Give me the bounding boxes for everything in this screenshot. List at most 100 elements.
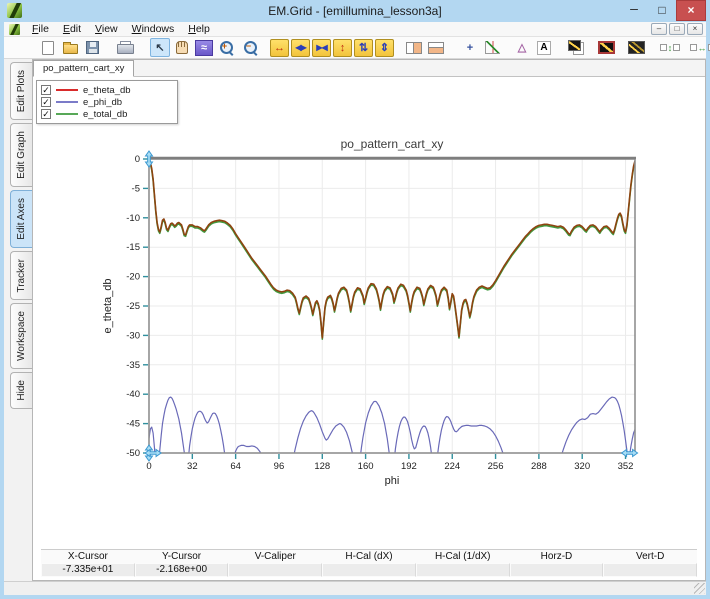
y-tick-label: -20	[126, 272, 140, 283]
zoom-out-button[interactable]: −	[240, 38, 260, 57]
maximize-button[interactable]: □	[648, 0, 676, 20]
sidebar-tab-hide-label: Hide	[16, 380, 27, 401]
legend-checkbox-e_theta_db[interactable]: ✓	[41, 85, 51, 95]
legend-line-e_theta_db	[56, 89, 78, 91]
expand-y-button[interactable]: ↕	[333, 39, 352, 57]
save-button[interactable]	[82, 38, 102, 57]
mdi-minimize-button[interactable]: –	[651, 23, 667, 35]
legend-checkbox-e_phi_db[interactable]: ✓	[41, 97, 51, 107]
x-tick-label: 160	[358, 461, 374, 472]
copy-plot-button[interactable]	[566, 38, 586, 57]
x-tick-label: 32	[187, 461, 198, 472]
legend-line-e_phi_db	[56, 101, 78, 103]
axis-icon: ⇕	[380, 41, 389, 54]
distribute-icon: ↔	[690, 44, 710, 52]
pan-tool-button[interactable]	[172, 38, 192, 57]
floppy-icon	[86, 41, 99, 54]
compress-y-button[interactable]: ⇅	[354, 39, 373, 57]
status-value	[228, 563, 322, 577]
plot-page-icon	[568, 40, 584, 55]
status-strip	[4, 581, 706, 595]
split-columns-button[interactable]	[404, 38, 424, 57]
distribute-vertical-button[interactable]: ↕	[660, 38, 680, 57]
trace-tool-button[interactable]: ≈	[194, 38, 214, 57]
status-header-row: X-CursorY-CursorV-CaliperH-Cal (dX)H-Cal…	[41, 550, 697, 563]
x-tick-label: 288	[531, 461, 547, 472]
document-tab-bar: po_pattern_cart_xy	[33, 60, 705, 77]
close-button[interactable]: ×	[676, 0, 706, 21]
menu-view[interactable]: View	[88, 22, 125, 36]
axis-icon: ◀▶	[295, 43, 305, 52]
mdi-close-button[interactable]: ×	[687, 23, 703, 35]
zoom-in-icon: +	[217, 39, 235, 57]
expand-x-button[interactable]: ↔	[270, 39, 289, 57]
select-tool-button[interactable]: ↖	[150, 38, 170, 57]
x-tick-label: 320	[574, 461, 590, 472]
fit-x-button[interactable]: ▶◀	[312, 39, 331, 57]
chart-svg[interactable]: 03264961281601922242562883203520-5-10-15…	[99, 136, 669, 486]
panel-v-icon	[406, 42, 422, 54]
axis-icon: ↕	[340, 42, 346, 54]
legend-item-e_phi_db: ✓ e_phi_db	[41, 96, 173, 108]
sidebar-tab-edit-plots[interactable]: Edit Plots	[10, 62, 32, 120]
status-value	[416, 563, 510, 577]
legend-checkbox-e_total_db[interactable]: ✓	[41, 109, 51, 119]
new-file-button[interactable]	[38, 38, 58, 57]
menu-help[interactable]: Help	[181, 22, 217, 36]
workspace: Edit Plots Edit Graph Edit Axes Tracker Work…	[4, 59, 706, 581]
mdi-restore-button[interactable]: □	[669, 23, 685, 35]
sidebar-tab-tracker[interactable]: Tracker	[10, 251, 32, 301]
menu-edit[interactable]: Edit	[56, 22, 88, 36]
status-value	[603, 563, 697, 577]
status-header: X-Cursor	[41, 550, 135, 563]
folder-icon	[63, 44, 78, 54]
menubar: FileEditViewWindowsHelp –□×	[4, 22, 706, 37]
window-title: EM.Grid - [emillumina_lesson3a]	[0, 0, 710, 22]
mdi-controls: –□×	[651, 23, 706, 35]
menu-file[interactable]: File	[25, 22, 56, 36]
new-plot-window-button[interactable]	[596, 38, 616, 57]
caliper-button[interactable]	[482, 38, 502, 57]
split-rows-button[interactable]	[426, 38, 446, 57]
overlay-plot-button[interactable]	[626, 38, 646, 57]
sidebar-tab-edit-axes-label: Edit Axes	[16, 198, 27, 240]
app-window: EM.Grid - [emillumina_lesson3a] – □ × Fi…	[0, 0, 710, 599]
triangle-icon: △	[518, 41, 526, 54]
minimize-button[interactable]: –	[620, 0, 648, 20]
axis-icon: ⇅	[359, 41, 368, 54]
menu-windows[interactable]: Windows	[125, 22, 182, 36]
legend-item-e_total_db: ✓e_total_db	[41, 108, 173, 120]
document-tab[interactable]: po_pattern_cart_xy	[33, 60, 134, 77]
plot-red-icon	[598, 41, 615, 54]
legend-label-e_phi_db: e_phi_db	[83, 97, 122, 108]
sidebar-tab-tracker-label: Tracker	[16, 259, 27, 293]
text-annotation-button[interactable]: A	[534, 38, 554, 57]
add-marker-button[interactable]: +	[460, 38, 480, 57]
zoom-in-button[interactable]: +	[216, 38, 236, 57]
delta-marker-button[interactable]: △	[512, 38, 532, 57]
x-tick-label: 256	[488, 461, 504, 472]
plot-dark-icon	[628, 41, 645, 54]
sidebar-tab-edit-graph-label: Edit Graph	[16, 131, 27, 179]
sidebar-tab-workspace[interactable]: Workspace	[10, 303, 32, 369]
printer-icon	[117, 41, 132, 54]
sidebar-tab-edit-graph[interactable]: Edit Graph	[10, 123, 32, 187]
print-button[interactable]	[114, 38, 134, 57]
open-file-button[interactable]	[60, 38, 80, 57]
chart-title: po_pattern_cart_xy	[341, 137, 444, 151]
sidebar-tab-edit-axes[interactable]: Edit Axes	[10, 190, 32, 248]
page-icon	[42, 41, 54, 55]
y-tick-label: -5	[132, 183, 140, 194]
distribute-horizontal-button[interactable]: ↔	[692, 38, 710, 57]
status-header: Y-Cursor	[135, 550, 229, 563]
legend-item-e_theta_db: ✓e_theta_db	[41, 84, 173, 96]
fit-y-button[interactable]: ⇕	[375, 39, 394, 57]
compress-x-button[interactable]: ◀▶	[291, 39, 310, 57]
sidebar-tab-hide[interactable]: Hide	[10, 372, 32, 409]
legend-line-e_total_db	[56, 113, 78, 115]
resize-grip[interactable]	[694, 583, 705, 594]
x-tick-label: 192	[401, 461, 417, 472]
y-tick-label: -40	[126, 389, 140, 400]
status-value: -7.335e+01	[41, 563, 135, 577]
x-tick-label: 352	[618, 461, 634, 472]
